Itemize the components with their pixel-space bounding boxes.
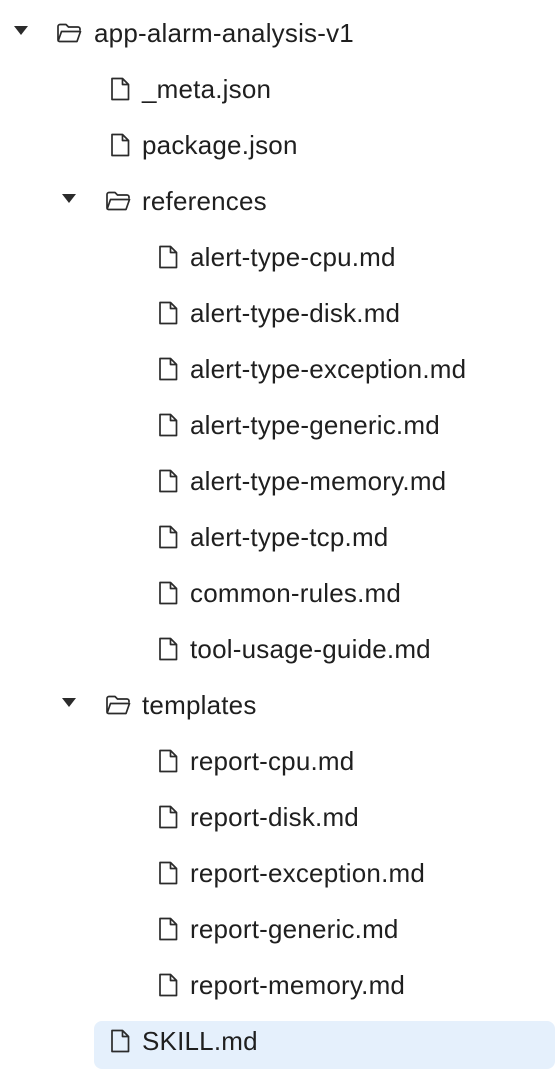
tree-file-report-exception-md[interactable]: report-exception.md <box>0 844 558 900</box>
tree-item-label: SKILL.md <box>142 1026 258 1056</box>
tree-file-alert-type-generic-md[interactable]: alert-type-generic.md <box>0 396 558 452</box>
file-icon <box>154 243 182 271</box>
tree-folder-app-alarm-analysis-v1[interactable]: app-alarm-analysis-v1 <box>0 4 558 60</box>
tree-item-label: report-cpu.md <box>190 746 355 776</box>
chevron-down-icon[interactable] <box>14 26 28 35</box>
file-icon <box>154 355 182 383</box>
tree-item-label: alert-type-disk.md <box>190 298 401 328</box>
tree-file-package-json[interactable]: package.json <box>0 116 558 172</box>
tree-item-label: app-alarm-analysis-v1 <box>94 18 354 48</box>
file-icon <box>154 579 182 607</box>
file-icon <box>154 859 182 887</box>
tree-file-report-cpu-md[interactable]: report-cpu.md <box>0 732 558 788</box>
file-tree: app-alarm-analysis-v1 _meta.json package.j… <box>0 4 558 1069</box>
tree-file-report-generic-md[interactable]: report-generic.md <box>0 900 558 956</box>
file-icon <box>154 299 182 327</box>
tree-file-skill-md[interactable]: SKILL.md <box>0 1012 558 1069</box>
file-icon <box>154 411 182 439</box>
tree-file-alert-type-cpu-md[interactable]: alert-type-cpu.md <box>0 228 558 284</box>
chevron-down-icon[interactable] <box>62 698 76 707</box>
tree-item-label: alert-type-tcp.md <box>190 522 389 552</box>
file-icon <box>106 1027 134 1055</box>
tree-item-label: references <box>142 186 267 216</box>
tree-item-label: alert-type-cpu.md <box>190 242 396 272</box>
tree-item-label: alert-type-memory.md <box>190 466 447 496</box>
tree-file-alert-type-exception-md[interactable]: alert-type-exception.md <box>0 340 558 396</box>
file-icon <box>154 635 182 663</box>
tree-folder-templates[interactable]: templates <box>0 676 558 732</box>
file-icon <box>154 523 182 551</box>
tree-item-label: tool-usage-guide.md <box>190 634 431 664</box>
folder-open-icon <box>104 187 132 215</box>
tree-item-label: report-memory.md <box>190 970 406 1000</box>
tree-folder-references[interactable]: references <box>0 172 558 228</box>
tree-item-label: templates <box>142 690 257 720</box>
tree-item-label: common-rules.md <box>190 578 402 608</box>
tree-file-report-memory-md[interactable]: report-memory.md <box>0 956 558 1012</box>
file-icon <box>106 131 134 159</box>
tree-file-common-rules-md[interactable]: common-rules.md <box>0 564 558 620</box>
tree-item-label: package.json <box>142 130 298 160</box>
file-icon <box>154 971 182 999</box>
tree-file-alert-type-disk-md[interactable]: alert-type-disk.md <box>0 284 558 340</box>
file-icon <box>154 803 182 831</box>
tree-item-label: report-exception.md <box>190 858 426 888</box>
chevron-down-icon[interactable] <box>62 194 76 203</box>
tree-item-label: report-generic.md <box>190 914 399 944</box>
folder-open-icon <box>104 691 132 719</box>
tree-file-alert-type-tcp-md[interactable]: alert-type-tcp.md <box>0 508 558 564</box>
tree-file-meta-json[interactable]: _meta.json <box>0 60 558 116</box>
tree-file-alert-type-memory-md[interactable]: alert-type-memory.md <box>0 452 558 508</box>
file-icon <box>106 75 134 103</box>
file-icon <box>154 747 182 775</box>
tree-item-label: _meta.json <box>142 74 272 104</box>
folder-open-icon <box>55 19 83 47</box>
file-icon <box>154 467 182 495</box>
file-icon <box>154 915 182 943</box>
tree-item-label: alert-type-generic.md <box>190 410 440 440</box>
tree-item-label: alert-type-exception.md <box>190 354 467 384</box>
tree-file-tool-usage-guide-md[interactable]: tool-usage-guide.md <box>0 620 558 676</box>
tree-item-label: report-disk.md <box>190 802 359 832</box>
tree-file-report-disk-md[interactable]: report-disk.md <box>0 788 558 844</box>
